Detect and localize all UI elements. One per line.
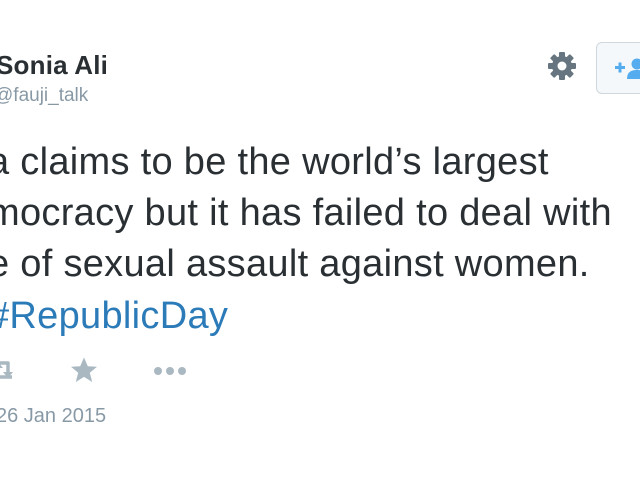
tweet-text-line: a claims to be the world’s largest: [0, 141, 549, 183]
tweet-text-line: mocracy but it has failed to deal with: [0, 192, 612, 234]
author-name[interactable]: Sonia Ali: [0, 50, 108, 81]
gear-icon[interactable]: [546, 50, 578, 82]
more-dots-icon[interactable]: [153, 364, 187, 376]
tweet-text-line: e of sexual assault against women.: [0, 243, 590, 285]
author-handle[interactable]: @fauji_talk: [0, 85, 88, 107]
follow-user-icon: [615, 58, 640, 79]
star-icon[interactable]: [70, 356, 98, 384]
hashtag-link[interactable]: #RepublicDay: [0, 297, 228, 335]
retweet-icon[interactable]: [0, 357, 16, 383]
tweet-date[interactable]: 26 Jan 2015: [0, 405, 106, 428]
follow-button[interactable]: [596, 42, 640, 94]
